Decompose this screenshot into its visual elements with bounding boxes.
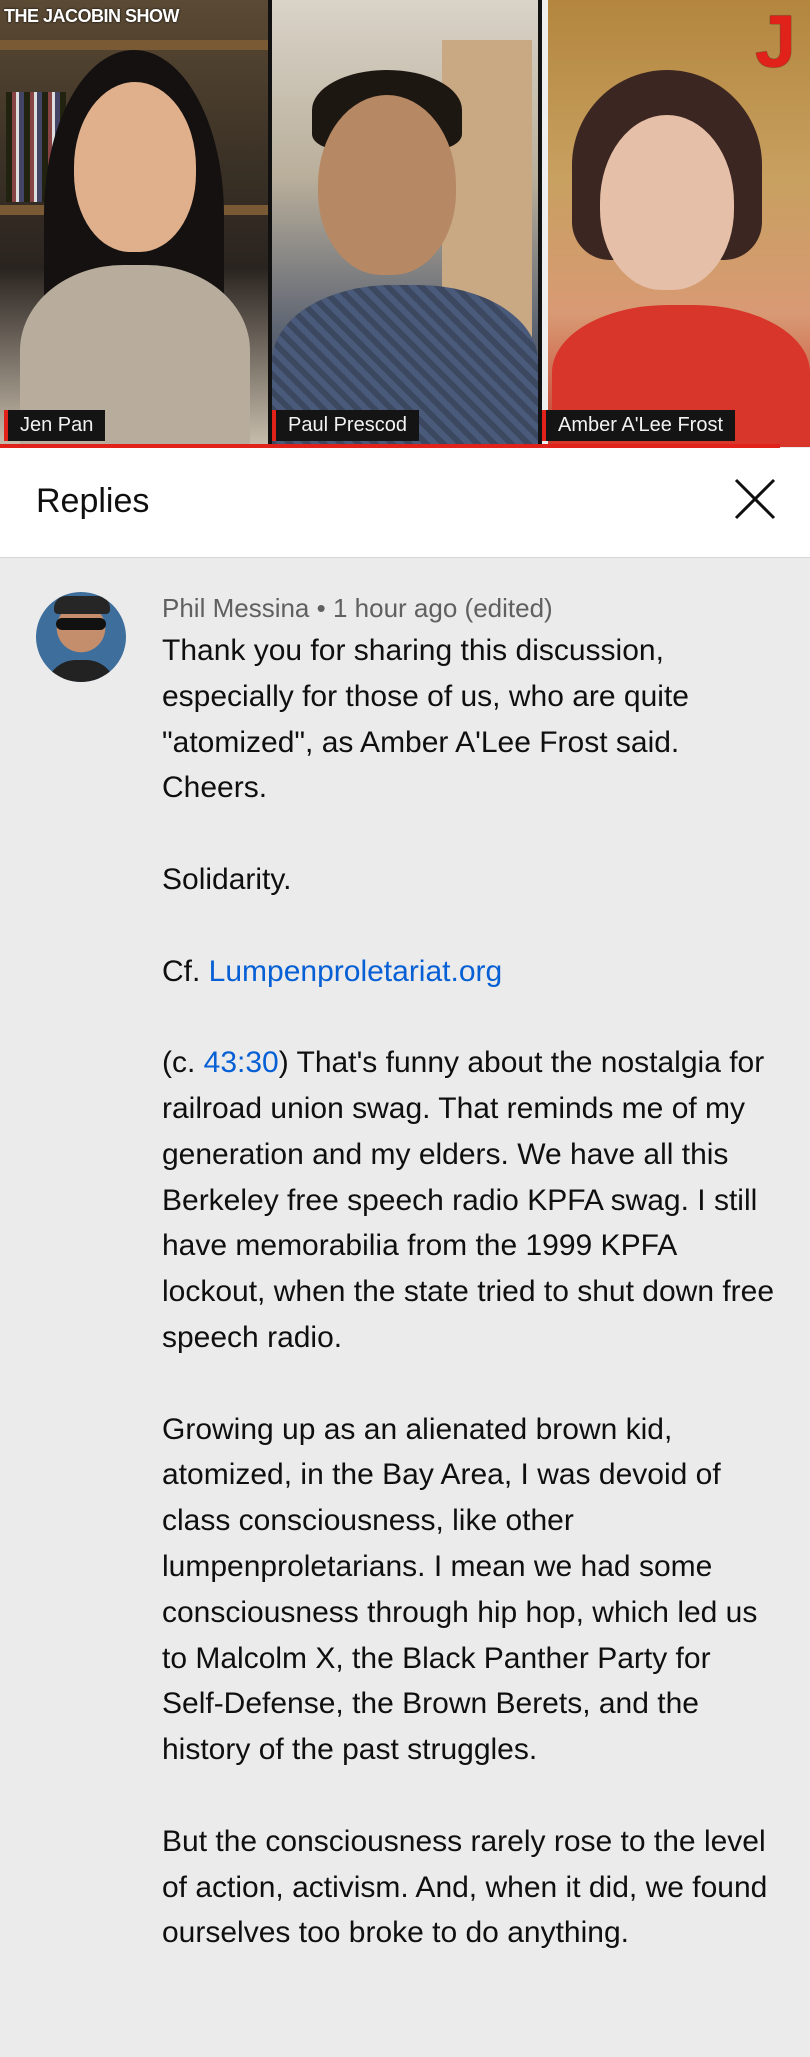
comment-author[interactable]: Phil Messina <box>162 593 309 623</box>
avatar-sunglasses <box>56 618 106 630</box>
person-face <box>600 115 734 290</box>
participant-name: Jen Pan <box>4 410 106 441</box>
comment-paragraph: (c. 43:30) That's funny about the nostal… <box>162 1040 778 1361</box>
close-button[interactable] <box>730 474 780 524</box>
timestamp-link[interactable]: 43:30 <box>204 1046 279 1079</box>
bookshelf <box>0 40 268 50</box>
replies-title: Replies <box>36 482 150 520</box>
comment-paragraph: Cf. Lumpenproletariat.org <box>162 949 778 995</box>
link-prefix: Cf. <box>162 954 209 988</box>
avatar-shirt <box>46 660 116 682</box>
paragraph-text: ) That's funny about the nostalgia for r… <box>162 1046 775 1354</box>
show-title: THE JACOBIN SHOW <box>4 6 180 26</box>
participant-tile-amber-alee-frost: J Amber A'Lee Frost <box>542 0 810 447</box>
participant-tile-jen-pan: THE JACOBIN SHOW Jen Pan <box>0 0 268 447</box>
timestamp-prefix: (c. <box>162 1046 204 1080</box>
participant-name: Paul Prescod <box>272 410 419 441</box>
door-frame <box>542 0 548 447</box>
avatar-hat <box>54 596 110 614</box>
comment-paragraph: But the consciousness rarely rose to the… <box>162 1824 768 1950</box>
comment-paragraph: Growing up as an alienated brown kid, at… <box>162 1412 758 1767</box>
person-face <box>74 82 196 252</box>
avatar[interactable] <box>36 592 126 682</box>
video-player[interactable]: THE JACOBIN SHOW Jen Pan Paul Prescod J … <box>0 0 810 448</box>
jacobin-logo: J <box>754 0 796 83</box>
participant-name: Amber A'Lee Frost <box>542 410 735 441</box>
comment-paragraph: Thank you for sharing this discussion, e… <box>162 634 689 805</box>
comment-paragraph: Solidarity. <box>162 862 292 896</box>
website-link[interactable]: Lumpenproletariat.org <box>209 955 503 988</box>
participant-tile-paul-prescod: Paul Prescod <box>272 0 538 447</box>
replies-header: Replies <box>0 448 810 558</box>
meta-separator: • <box>316 593 326 623</box>
comment-time: 1 hour ago (edited) <box>332 593 553 623</box>
comment: Phil Messina • 1 hour ago (edited) Thank… <box>162 590 778 1956</box>
comment-meta: Phil Messina • 1 hour ago (edited) <box>162 590 778 626</box>
person-face <box>318 95 456 275</box>
close-icon <box>734 478 776 520</box>
